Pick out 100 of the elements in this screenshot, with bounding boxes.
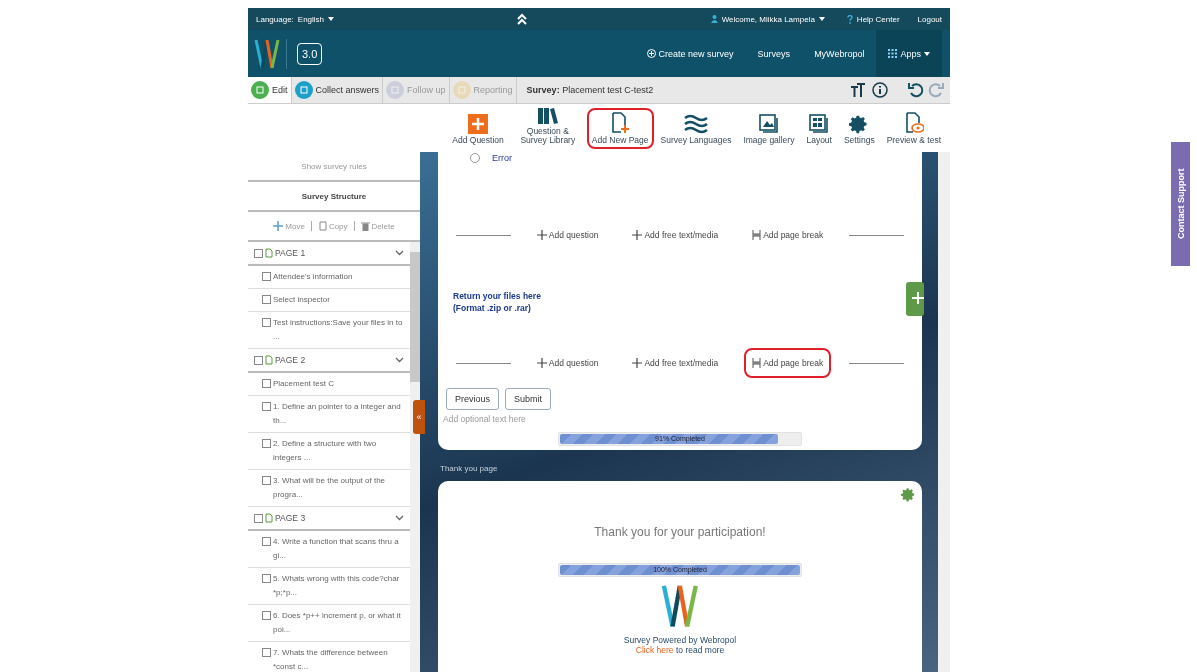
settings-icon xyxy=(849,114,870,135)
radio-button[interactable] xyxy=(470,153,480,163)
tab[interactable]: Edit xyxy=(248,77,292,103)
page-icon xyxy=(265,513,273,523)
caret-icon xyxy=(924,51,930,56)
plus-icon xyxy=(468,114,489,135)
thank-you-message: Thank you for your participation! xyxy=(594,525,766,539)
question-title: 7. Whats the difference between *const c... xyxy=(273,647,389,672)
contact-support-tab[interactable]: Contact Support xyxy=(1171,142,1190,266)
page-icon xyxy=(265,355,273,365)
language-label: Language: xyxy=(256,14,294,24)
toolbar-button[interactable]: Settings xyxy=(838,110,880,149)
powered-by-text: Survey Powered by Webropol xyxy=(623,635,737,646)
instruction-text: Return your files here (Format .zip or .rar) xyxy=(453,290,542,314)
page-label: PAGE 1 xyxy=(275,248,306,258)
question-title: Test instructions:Save your files in to ... xyxy=(273,317,404,343)
question-title: Select inspector xyxy=(273,294,330,306)
books-icon xyxy=(536,105,559,126)
question-title: Attendee's information xyxy=(273,271,353,283)
add-action[interactable]: Add question xyxy=(528,220,607,250)
add-action[interactable]: Add page break xyxy=(744,220,832,250)
nav-button[interactable]: Submit xyxy=(505,388,552,410)
nav-link[interactable]: MyWebropol xyxy=(802,30,877,77)
question-title: Placement test C xyxy=(273,378,334,390)
question-title: 5. Whats wrong with this code?char *p;*p... xyxy=(273,573,401,599)
plus-icon xyxy=(536,358,547,368)
page-break-icon xyxy=(752,358,762,368)
option-text: Error xyxy=(492,152,512,164)
card-settings-icon[interactable] xyxy=(901,487,916,502)
trash-icon xyxy=(360,221,370,231)
waves-icon xyxy=(683,114,708,135)
question-title: 3. What will be the output of the progra... xyxy=(273,475,387,501)
chevron-icon xyxy=(395,357,404,363)
survey-name: Survey: Placement test C-test2 xyxy=(526,85,654,95)
webropol-logo xyxy=(661,583,699,630)
grid-icon xyxy=(888,49,898,58)
chevron-icon xyxy=(395,250,404,256)
language-selector[interactable]: English xyxy=(297,14,325,24)
question-title: 6. Does *p++ increment p, or what it poi... xyxy=(273,610,402,636)
tab-icon xyxy=(386,81,405,99)
add-action[interactable]: Add free text/media xyxy=(624,220,727,250)
nav-link[interactable]: Surveys xyxy=(745,30,803,77)
caret-icon xyxy=(328,17,335,21)
nav-link[interactable]: Create new survey xyxy=(634,30,746,77)
question-title: 4. Write a function that scans thru a gi... xyxy=(273,536,400,562)
image-gallery-icon xyxy=(758,114,779,135)
version-badge: 3.0 xyxy=(297,42,323,65)
plus-icon xyxy=(536,230,547,240)
toolbar-button[interactable]: Layout xyxy=(801,110,837,149)
copy-icon xyxy=(317,221,327,231)
plus-icon xyxy=(632,230,643,240)
plus-circle-icon xyxy=(646,49,656,58)
move-icon xyxy=(273,221,284,231)
collapse-sidebar-button[interactable]: « xyxy=(413,400,425,434)
page-break-icon xyxy=(752,230,762,240)
toolbar-button[interactable]: Add New Page xyxy=(586,108,654,149)
chevron-icon xyxy=(395,515,404,521)
question-item[interactable]: Attendee's information xyxy=(248,266,410,289)
caret-icon xyxy=(818,17,825,21)
tab-icon xyxy=(452,81,471,99)
logout-link[interactable]: Logout xyxy=(917,14,942,24)
tab-icon xyxy=(294,81,313,99)
user-icon xyxy=(710,15,718,23)
toolbar-button[interactable]: Add Question xyxy=(447,110,509,149)
toolbar-button[interactable]: Image gallery xyxy=(738,110,800,149)
info-icon[interactable] xyxy=(872,82,888,98)
add-action[interactable]: Add question xyxy=(528,348,607,378)
read-more-text: Click here to read more xyxy=(635,645,725,656)
question-item[interactable]: Placement test C xyxy=(248,373,410,396)
undo-icon[interactable] xyxy=(908,82,924,98)
nav-link[interactable]: Apps xyxy=(876,30,942,77)
question-title: 1. Define an pointer to a integer and th... xyxy=(273,401,402,427)
page-label: PAGE 2 xyxy=(275,355,306,365)
collapse-header-icon[interactable] xyxy=(517,13,528,25)
click-here-link[interactable]: Click here xyxy=(635,645,674,656)
nav-button[interactable]: Previous xyxy=(446,388,499,410)
tab[interactable]: Collect answers xyxy=(291,77,384,103)
preview-icon xyxy=(903,112,924,135)
help-link[interactable]: Help Center xyxy=(856,14,900,24)
new-page-icon xyxy=(610,112,631,135)
user-menu[interactable]: Welcome, Miikka Lampela xyxy=(721,14,815,24)
toolbar-button[interactable]: Survey Languages xyxy=(655,110,737,149)
settings-icon xyxy=(901,487,916,502)
plus-icon xyxy=(632,358,643,368)
layout-icon xyxy=(809,114,830,135)
toolbar-button[interactable]: Preview & test xyxy=(881,108,946,149)
toolbar-button[interactable]: Question & Survey Library xyxy=(510,101,585,149)
add-action[interactable]: Add page break xyxy=(744,348,832,378)
help-icon xyxy=(846,14,853,24)
text-size-icon[interactable] xyxy=(850,82,866,98)
section-label: Thank you page xyxy=(440,464,498,473)
add-action[interactable]: Add free text/media xyxy=(624,348,727,378)
page-row[interactable]: PAGE 1 xyxy=(248,242,410,266)
webropol-logo xyxy=(254,37,280,70)
tab-icon xyxy=(251,81,269,99)
page-label: PAGE 3 xyxy=(275,513,306,523)
move-handle[interactable] xyxy=(906,282,924,316)
question-title: 2. Define a structure with two integers ... xyxy=(273,438,378,464)
page-icon xyxy=(265,248,273,258)
question-item[interactable]: Select inspector xyxy=(248,289,410,312)
